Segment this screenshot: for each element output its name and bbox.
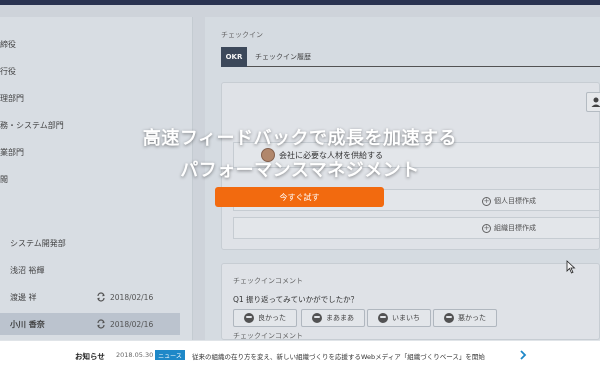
news-badge: ニュース xyxy=(155,350,185,360)
hero-copy: 高速フィードバックで成長を加速する パフォーマンスマネジメント xyxy=(0,124,600,182)
person-name: 小川 香奈 xyxy=(10,319,45,329)
sidebar-person-item[interactable]: 渡邊 祥 2018/02/16 xyxy=(0,286,180,308)
news-bar: お知らせ 2018.05.30 ニュース 従来の組織の在り方を変え、新しい組織づ… xyxy=(0,340,600,370)
sync-icon xyxy=(97,319,105,329)
plus-icon: + xyxy=(482,223,491,233)
plus-icon: + xyxy=(482,196,491,206)
news-label: お知らせ xyxy=(75,352,105,361)
add-org-goal-button[interactable]: + 組織目標作成 xyxy=(482,223,536,233)
mood-good-button[interactable]: 良かった xyxy=(233,309,297,327)
news-date: 2018.05.30 xyxy=(116,351,154,359)
tab-okr[interactable]: OKR xyxy=(221,47,247,67)
mood-bad-button[interactable]: 悪かった xyxy=(433,309,497,327)
sidebar-dept-item[interactable]: 締役 xyxy=(0,35,16,53)
person-name: 浅沼 裕輝 xyxy=(10,265,45,275)
mood-label: いまいち xyxy=(392,314,420,322)
face-icon xyxy=(378,313,388,323)
mouse-cursor-icon xyxy=(566,260,576,274)
add-personal-goal-label: 個人目標作成 xyxy=(494,197,536,205)
mood-label: 悪かった xyxy=(458,314,486,322)
section-title-comment: チェックインコメント xyxy=(233,277,303,285)
date-text: 2018/02/16 xyxy=(110,319,154,329)
mood-label: 良かった xyxy=(258,314,286,322)
tab-bar: OKR チェックイン履歴 xyxy=(221,47,600,67)
person-checkin-date: 2018/02/16 xyxy=(96,292,153,302)
add-personal-goal-button[interactable]: + 個人目標作成 xyxy=(482,196,536,206)
user-icon-button[interactable] xyxy=(586,92,600,112)
sidebar-group-label[interactable]: システム開発部 xyxy=(10,234,66,252)
face-icon xyxy=(444,313,454,323)
add-org-goal-row xyxy=(233,217,600,239)
add-org-goal-label: 組織目標作成 xyxy=(494,224,536,232)
news-link[interactable]: 従来の組織の在り方を変え、新しい組織づくりを応援するWebメディア「組織づくりベ… xyxy=(192,351,485,361)
sync-icon xyxy=(97,292,105,302)
face-icon xyxy=(244,313,254,323)
try-now-button[interactable]: 今すぐ試す xyxy=(215,187,384,207)
hero-headline: 高速フィードバックで成長を加速する xyxy=(142,128,458,149)
person-checkin-date: 2018/02/16 xyxy=(96,319,153,329)
section-title-checkin: チェックイン xyxy=(221,31,263,39)
chevron-right-icon[interactable] xyxy=(519,350,527,360)
mood-meh-button[interactable]: いまいち xyxy=(367,309,431,327)
sidebar-person-item[interactable]: 浅沼 裕輝 xyxy=(0,259,180,281)
face-icon xyxy=(312,313,322,323)
person-name: 渡邊 祥 xyxy=(10,292,37,302)
mood-label: まあまあ xyxy=(326,314,354,322)
sidebar-dept-item[interactable]: 理部門 xyxy=(0,89,24,107)
user-icon xyxy=(591,97,600,107)
top-bar xyxy=(0,0,600,5)
date-text: 2018/02/16 xyxy=(110,292,154,302)
hero-subheadline: パフォーマンスマネジメント xyxy=(180,160,420,181)
question-text: Q1 振り返ってみていかがでしたか？ xyxy=(233,295,359,304)
tab-checkin-history[interactable]: チェックイン履歴 xyxy=(255,47,311,67)
mood-ok-button[interactable]: まあまあ xyxy=(301,309,365,327)
sidebar-dept-item[interactable]: 行役 xyxy=(0,62,16,80)
sidebar-person-item-active[interactable]: 小川 香奈 2018/02/16 xyxy=(0,313,180,335)
